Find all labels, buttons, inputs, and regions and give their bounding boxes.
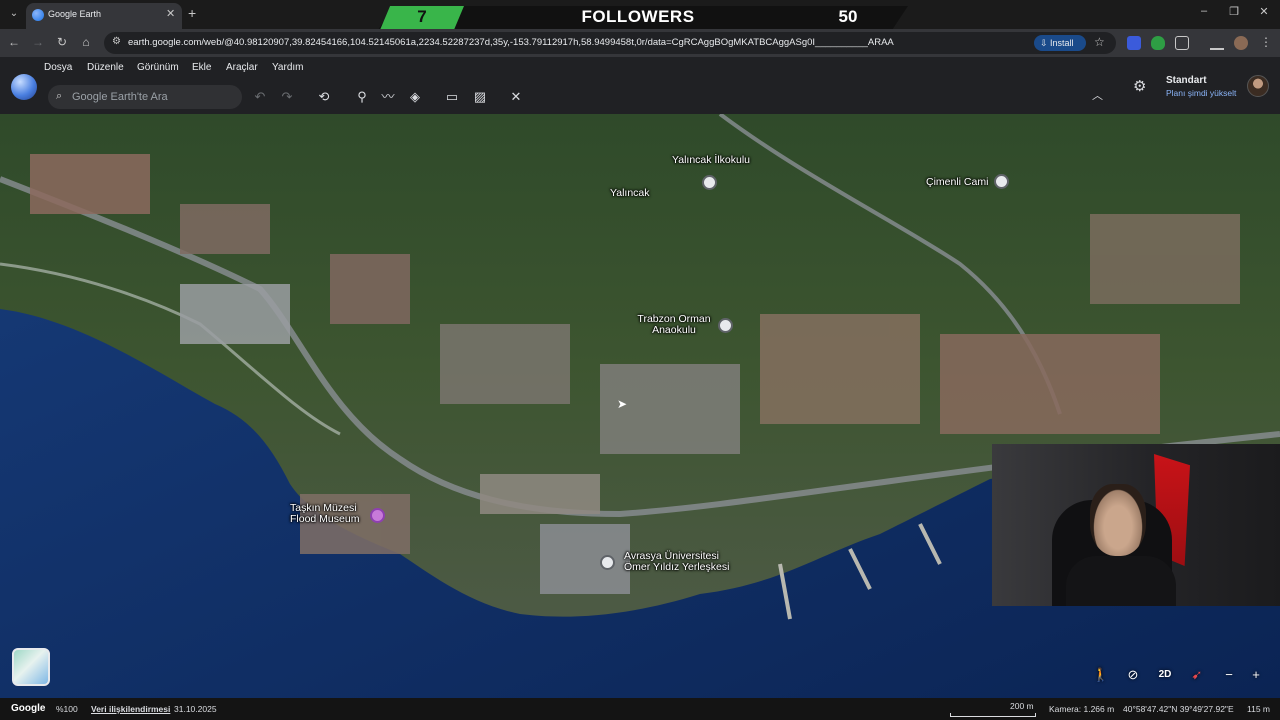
kindergarten-pin-icon[interactable] — [718, 318, 733, 333]
undo-icon[interactable]: ↶ — [250, 87, 270, 107]
university-pin-icon[interactable] — [600, 555, 615, 570]
google-earth-logo-icon[interactable] — [11, 74, 37, 100]
draw-path-icon[interactable]: 〰 — [378, 87, 398, 107]
add-photo-icon[interactable]: ▨ — [470, 87, 490, 107]
reading-list-icon[interactable] — [1210, 36, 1224, 50]
tab-title: Google Earth — [48, 9, 102, 19]
placemark-icon[interactable]: ⚲ — [352, 87, 372, 107]
scale-label: 200 m — [1010, 701, 1034, 711]
webcam-person-body — [1066, 556, 1176, 606]
install-app-button[interactable]: ⇩ Install — [1034, 35, 1086, 51]
place-label-avrasya-university[interactable]: Avrasya Üniversitesi Ömer Yıldız Yerleşk… — [624, 551, 732, 573]
webcam-overlay — [992, 444, 1280, 606]
zoom-percent: %100 — [56, 704, 78, 714]
place-label-orman-kindergarten[interactable]: Trabzon Orman Anaokulu — [637, 314, 711, 336]
new-tab-icon[interactable]: + — [188, 5, 196, 21]
restore-icon[interactable]: ❐ — [1224, 5, 1244, 18]
menu-edit[interactable]: Düzenle — [87, 62, 124, 73]
upgrade-plan-link[interactable]: Planı şimdi yükselt — [1166, 88, 1236, 98]
webcam-person — [1090, 484, 1146, 556]
close-tab-icon[interactable]: ✕ — [166, 7, 175, 20]
back-icon[interactable]: ← — [6, 35, 22, 49]
reload-icon[interactable]: ↻ — [54, 35, 70, 49]
place-label-flood-museum[interactable]: Taşkın Müzesi Flood Museum — [290, 503, 366, 525]
account-avatar[interactable] — [1247, 75, 1269, 97]
forward-icon[interactable]: → — [30, 35, 46, 49]
collapse-toolbar-icon[interactable]: ︿ — [1092, 87, 1103, 103]
followers-goal: 50 — [838, 7, 858, 26]
browser-tab[interactable]: Google Earth ✕ — [26, 3, 182, 29]
pegman-street-view-icon[interactable]: 🚶 — [1090, 664, 1112, 686]
extensions-puzzle-icon[interactable] — [1175, 36, 1189, 50]
reset-tilt-icon[interactable]: ⊘ — [1122, 664, 1144, 686]
browser-toolbar: ← → ↻ ⌂ ⚙ earth.google.com/web/@40.98120… — [0, 29, 1280, 57]
address-bar[interactable]: ⚙ earth.google.com/web/@40.98120907,39.8… — [104, 32, 1116, 54]
shield-extension-icon[interactable] — [1151, 36, 1165, 50]
earth-search-input[interactable] — [72, 85, 237, 109]
redo-icon[interactable]: ↷ — [277, 87, 297, 107]
site-info-icon[interactable]: ⚙ — [112, 36, 121, 47]
toggle-2d-button[interactable]: 2D — [1154, 664, 1176, 686]
history-icon[interactable]: ⟲ — [314, 87, 334, 107]
projects-tools-icon[interactable]: ✕ — [506, 87, 526, 107]
browser-profile-icon[interactable] — [1234, 36, 1248, 50]
menu-help[interactable]: Yardım — [272, 62, 304, 73]
close-window-icon[interactable]: ✕ — [1254, 5, 1274, 18]
google-earth-favicon-icon — [32, 9, 44, 21]
install-label: Install — [1050, 38, 1074, 48]
minimize-icon[interactable]: – — [1194, 5, 1214, 17]
settings-gear-icon[interactable]: ⚙ — [1133, 77, 1146, 95]
zoom-in-icon[interactable]: + — [1245, 664, 1267, 686]
compass-icon[interactable]: ➹ — [1186, 664, 1208, 686]
bookmark-star-icon[interactable]: ☆ — [1094, 35, 1105, 49]
followers-goal-banner: 7 FOLLOWERS 50 — [378, 6, 908, 30]
earth-search-box[interactable]: ⌕ — [48, 85, 242, 109]
cursor-coordinates: 40°58'47.42"N 39°49'27.92"E — [1123, 704, 1234, 714]
ruler-icon[interactable]: ▭ — [442, 87, 462, 107]
menu-add[interactable]: Ekle — [192, 62, 211, 73]
place-label-cimenli-mosque[interactable]: Çimenli Cami — [926, 177, 988, 188]
add-layer-icon[interactable]: ◈ — [405, 87, 425, 107]
imagery-date: 31.10.2025 — [174, 704, 217, 714]
zoom-out-icon[interactable]: − — [1218, 664, 1240, 686]
google-brand: Google — [11, 703, 46, 714]
earth-status-bar: Google %100 Veri ilişkilendirmesi 31.10.… — [0, 698, 1280, 720]
museum-pin-icon[interactable] — [370, 508, 385, 523]
earth-map-view[interactable]: Yalıncak İlkokulu Yalıncak Çimenli Cami … — [0, 114, 1280, 698]
url-text: earth.google.com/web/@40.98120907,39.824… — [128, 37, 894, 48]
menu-view[interactable]: Görünüm — [137, 62, 179, 73]
tab-search-icon[interactable]: ⌄ — [6, 6, 22, 22]
followers-count: 7 — [417, 7, 427, 26]
place-label-yalincak[interactable]: Yalıncak — [610, 188, 650, 199]
search-icon: ⌕ — [56, 90, 63, 102]
scale-bar — [950, 713, 1036, 717]
satellite-terrain — [0, 114, 1280, 698]
elevation: 115 m — [1247, 704, 1270, 714]
camera-altitude: Kamera: 1.266 m — [1049, 704, 1115, 714]
google-earth-header: Dosya Düzenle Görünüm Ekle Araçlar Yardı… — [0, 57, 1280, 114]
data-attribution-link[interactable]: Veri ilişkilendirmesi — [91, 704, 170, 714]
menu-tools[interactable]: Araçlar — [226, 62, 258, 73]
mouse-cursor-icon: ➤ — [617, 397, 628, 411]
home-icon[interactable]: ⌂ — [78, 35, 94, 49]
followers-label: FOLLOWERS — [581, 7, 695, 26]
school-pin-icon[interactable] — [702, 175, 717, 190]
menu-file[interactable]: Dosya — [44, 62, 72, 73]
browser-menu-icon[interactable]: ⋮ — [1258, 35, 1274, 49]
plan-name: Standart — [1166, 75, 1207, 86]
map-style-layers-button[interactable] — [12, 648, 50, 686]
extension-icon[interactable] — [1127, 36, 1141, 50]
mosque-pin-icon[interactable] — [994, 174, 1009, 189]
place-label-yalincak-school[interactable]: Yalıncak İlkokulu — [672, 155, 750, 166]
